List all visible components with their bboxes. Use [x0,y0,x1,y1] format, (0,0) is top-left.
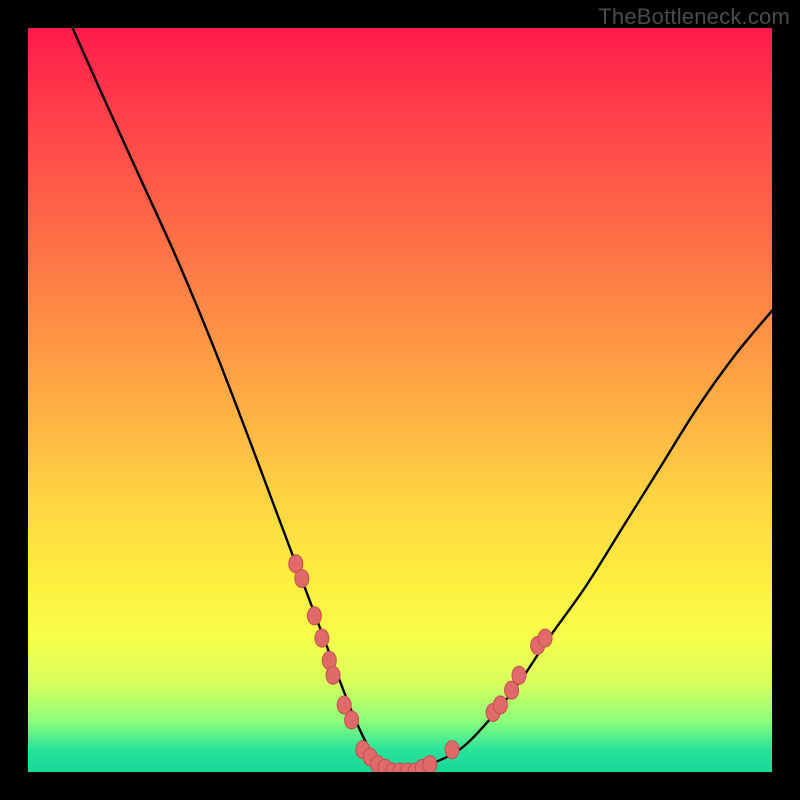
data-marker [307,607,321,625]
attribution-text: TheBottleneck.com [598,4,790,30]
bottleneck-curve-svg [28,28,772,772]
plot-area [28,28,772,772]
data-marker [512,666,526,684]
data-marker [345,711,359,729]
data-marker [295,570,309,588]
marker-layer [289,555,552,772]
chart-frame: TheBottleneck.com [0,0,800,800]
data-marker [423,756,437,772]
data-marker [493,696,507,714]
data-marker [315,629,329,647]
bottleneck-curve-path [73,28,772,772]
data-marker [445,741,459,759]
data-marker [538,629,552,647]
data-marker [326,666,340,684]
